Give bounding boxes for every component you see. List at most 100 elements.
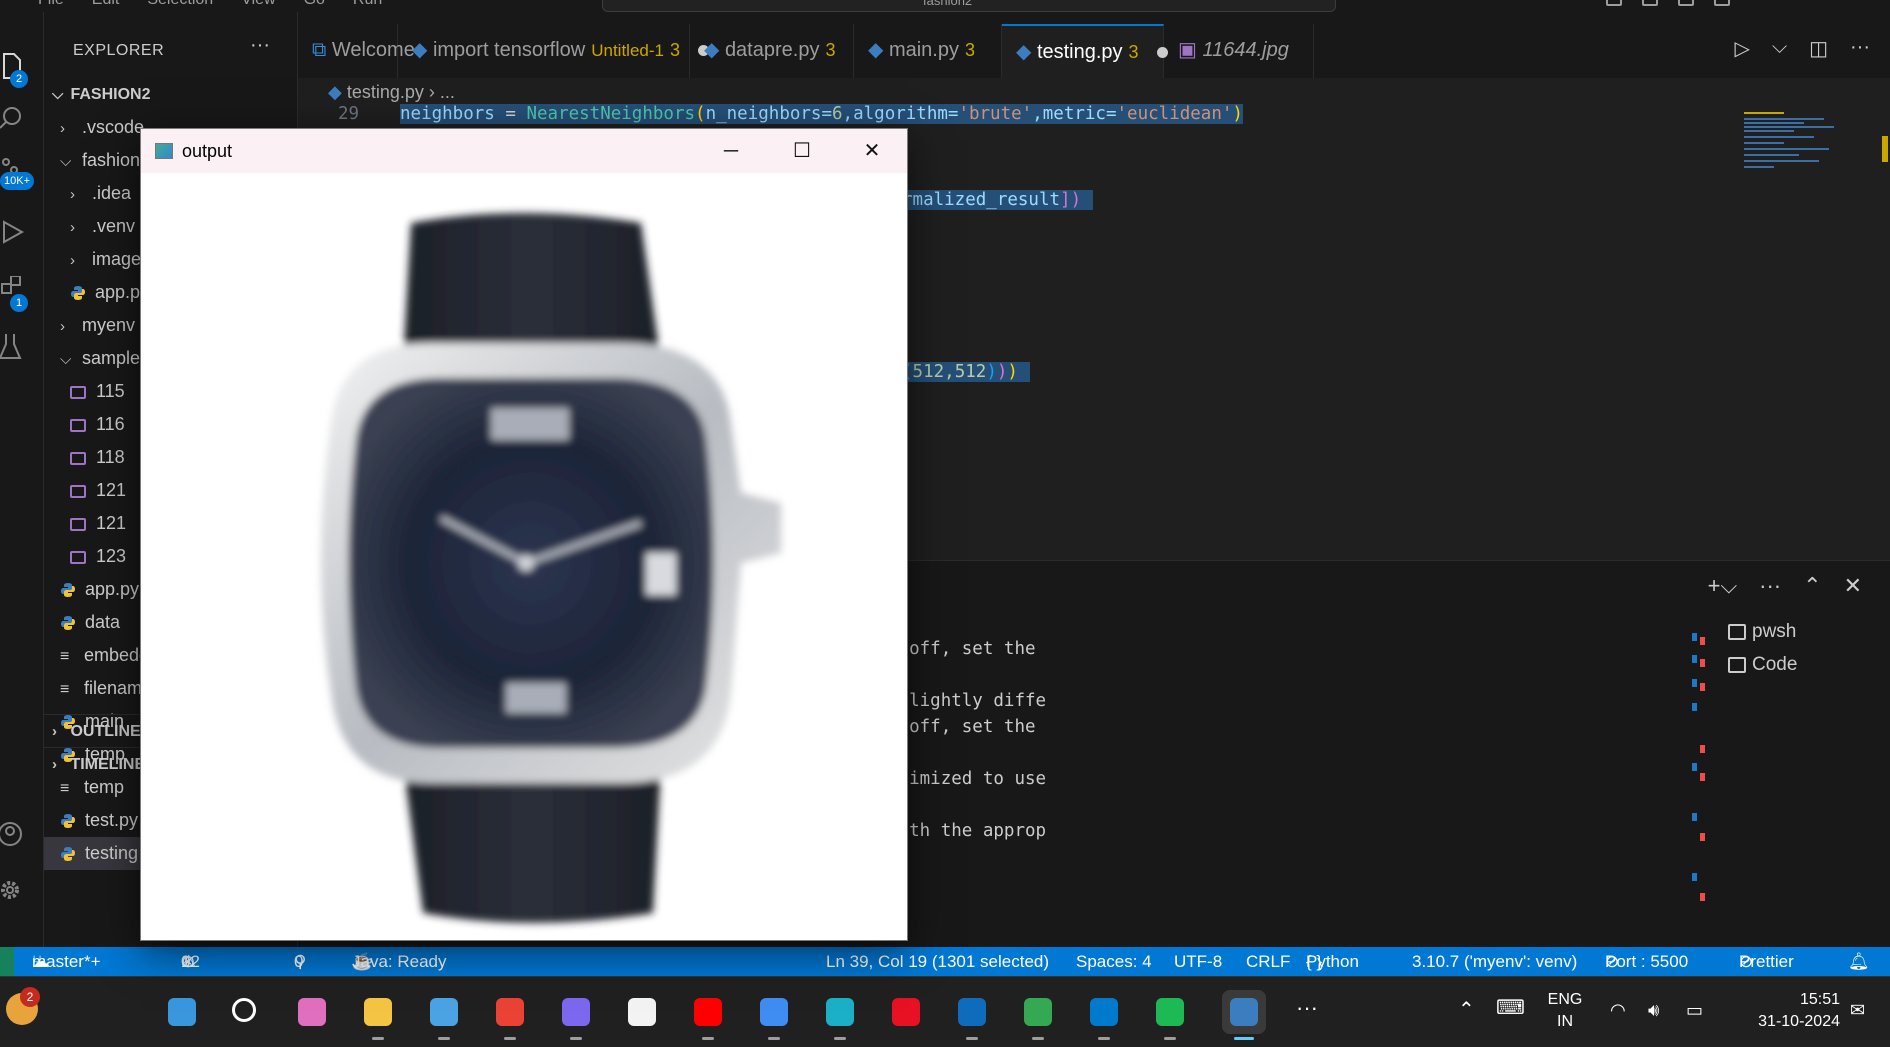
terminal-instance[interactable]: pwsh xyxy=(1728,615,1797,648)
taskbar-spotify-button[interactable] xyxy=(1148,990,1192,1040)
menu-item[interactable]: Go xyxy=(304,0,325,9)
taskbar-mail-button[interactable] xyxy=(422,990,466,1040)
menu-item[interactable]: Edit xyxy=(92,0,120,9)
minimap[interactable] xyxy=(1738,106,1850,186)
encoding[interactable]: UTF-8 xyxy=(1174,947,1222,976)
taskbar-edge-button[interactable] xyxy=(818,990,862,1040)
close-button[interactable]: ✕ xyxy=(837,129,907,173)
extensions-activity[interactable]: 1 xyxy=(0,266,44,312)
menu-item[interactable]: Selection xyxy=(147,0,213,9)
toggle-sidebar-icon[interactable] xyxy=(1606,0,1622,6)
layout-controls xyxy=(1606,0,1730,6)
more-actions-icon[interactable]: ··· xyxy=(1759,573,1781,599)
minimize-button[interactable]: ─ xyxy=(696,129,766,173)
tab-label: main.py xyxy=(888,39,959,61)
show-hidden-icons[interactable]: ⌃ xyxy=(1458,999,1475,1021)
taskbar-app-button[interactable] xyxy=(554,990,598,1040)
indentation[interactable]: Spaces: 4 xyxy=(1076,947,1152,976)
menu-bar: File Edit Selection View Go Run xyxy=(38,0,382,9)
testing-activity[interactable] xyxy=(0,324,44,368)
touch-keyboard-icon[interactable]: ⌨︎ xyxy=(1496,997,1525,1019)
remote-indicator[interactable] xyxy=(0,947,14,976)
bell-icon[interactable]: 🔔︎ xyxy=(1848,947,1870,976)
taskbar-outlook-button[interactable] xyxy=(950,990,994,1040)
menu-item[interactable]: Run xyxy=(353,0,382,9)
battery-icon[interactable]: ▭ xyxy=(1686,999,1703,1021)
split-editor-icon[interactable]: ◫ xyxy=(1809,36,1828,61)
line-ending[interactable]: CRLF xyxy=(1246,947,1290,976)
run-icon[interactable]: ▷ xyxy=(1735,36,1750,61)
close-icon[interactable]: ✕ xyxy=(1844,573,1862,599)
source-control-badge: 10K+ xyxy=(0,172,34,190)
source-control-activity[interactable]: 10K+ xyxy=(0,146,44,190)
clock[interactable]: 15:51 31-10-2024 xyxy=(1720,989,1840,1033)
chevron-down-icon[interactable]: ⌵ xyxy=(1772,36,1787,61)
tab-problem-count: 3 xyxy=(1128,42,1139,62)
more-icon: ··· xyxy=(1296,995,1318,1020)
text-file-icon: ≡ xyxy=(60,681,70,698)
cursor-position[interactable]: Ln 39, Col 19 (1301 selected) xyxy=(826,947,1049,976)
notifications-icon[interactable]: ✉︎ xyxy=(1850,999,1865,1021)
toggle-panel-icon[interactable] xyxy=(1642,0,1658,6)
file-tree-label: test.py xyxy=(85,810,139,830)
tab-label: testing.py xyxy=(1036,41,1123,63)
taskbar-chrome-button[interactable] xyxy=(488,990,532,1040)
taskbar-search-button[interactable] xyxy=(224,990,268,1034)
python-icon: ◆ xyxy=(868,39,889,61)
spotify-icon xyxy=(1156,998,1184,1026)
new-terminal-icon[interactable]: +⌵ xyxy=(1708,573,1738,599)
maximize-panel-icon[interactable]: ⌃ xyxy=(1803,573,1821,599)
code-line-29: neighbors = NearestNeighbors(n_neighbors… xyxy=(400,104,1243,124)
file-tree-label: testing xyxy=(85,843,139,863)
taskbar-shield-button[interactable] xyxy=(884,990,928,1034)
python-icon xyxy=(61,583,75,598)
terminal-decorations xyxy=(1688,633,1708,933)
toggle-secondary-sidebar-icon[interactable] xyxy=(1678,0,1694,6)
accounts-activity[interactable] xyxy=(0,812,44,856)
manage-activity[interactable] xyxy=(0,868,44,912)
breadcrumb-rest[interactable]: ... xyxy=(440,82,455,102)
command-center[interactable]: fashion2 xyxy=(602,0,1336,12)
python-icon xyxy=(61,814,75,829)
customize-layout-icon[interactable] xyxy=(1714,0,1730,6)
search-activity[interactable] xyxy=(0,94,44,138)
taskbar-youtube-button[interactable] xyxy=(686,990,730,1040)
python-icon: ◆ xyxy=(1016,41,1037,63)
output-window-titlebar[interactable]: output ─ ☐ ✕ xyxy=(141,129,907,173)
workspace-root[interactable]: ⌵ FASHION2 xyxy=(44,78,298,111)
menu-item[interactable]: View xyxy=(241,0,275,9)
taskbar-more-button[interactable]: ··· xyxy=(1288,990,1332,1034)
python-interpreter[interactable]: 3.10.7 ('myenv': venv) xyxy=(1412,947,1577,976)
file-tree-label: .venv xyxy=(92,216,136,236)
menu-item[interactable]: File xyxy=(38,0,64,9)
explorer-activity[interactable]: 2 xyxy=(0,42,44,88)
chevron-down-icon: ⌵ xyxy=(60,351,72,368)
taskbar-python-button[interactable] xyxy=(1222,990,1266,1040)
taskbar-file-explorer-button[interactable] xyxy=(356,990,400,1040)
panel-actions: +⌵ ··· ⌃ ✕ xyxy=(1708,573,1862,599)
maximize-button[interactable]: ☐ xyxy=(767,129,837,173)
breadcrumb-file[interactable]: testing.py xyxy=(347,82,424,102)
explorer-more-button[interactable]: ··· xyxy=(250,34,270,57)
wifi-icon[interactable]: ◠ xyxy=(1610,999,1626,1021)
file-tree-label: 123 xyxy=(96,546,127,566)
taskbar-start-button[interactable] xyxy=(160,990,204,1034)
code-token: 'brute' xyxy=(958,104,1033,124)
input-language[interactable]: ENG IN xyxy=(1540,989,1590,1033)
running-indicator xyxy=(1164,1037,1176,1040)
start-icon xyxy=(168,998,196,1026)
taskbar-chrome-profile-button[interactable] xyxy=(1016,990,1060,1040)
terminal-instances: pwsh Code xyxy=(1728,615,1797,681)
taskbar-copilot-button[interactable] xyxy=(290,990,334,1034)
terminal-instance[interactable]: Code xyxy=(1728,648,1797,681)
explorer-badge: 2 xyxy=(10,70,28,88)
output-window[interactable]: output ─ ☐ ✕ xyxy=(140,128,908,941)
taskbar-vscode-button[interactable] xyxy=(1082,990,1126,1040)
running-indicator xyxy=(966,1037,978,1040)
run-debug-activity[interactable] xyxy=(0,208,44,252)
volume-icon[interactable]: 🔊︎ xyxy=(1648,999,1659,1021)
taskbar-todo-button[interactable] xyxy=(752,990,796,1040)
vscode-icon: ⧉ xyxy=(312,39,332,61)
taskbar-store-button[interactable] xyxy=(620,990,664,1034)
more-actions-icon[interactable]: ··· xyxy=(1850,36,1870,61)
